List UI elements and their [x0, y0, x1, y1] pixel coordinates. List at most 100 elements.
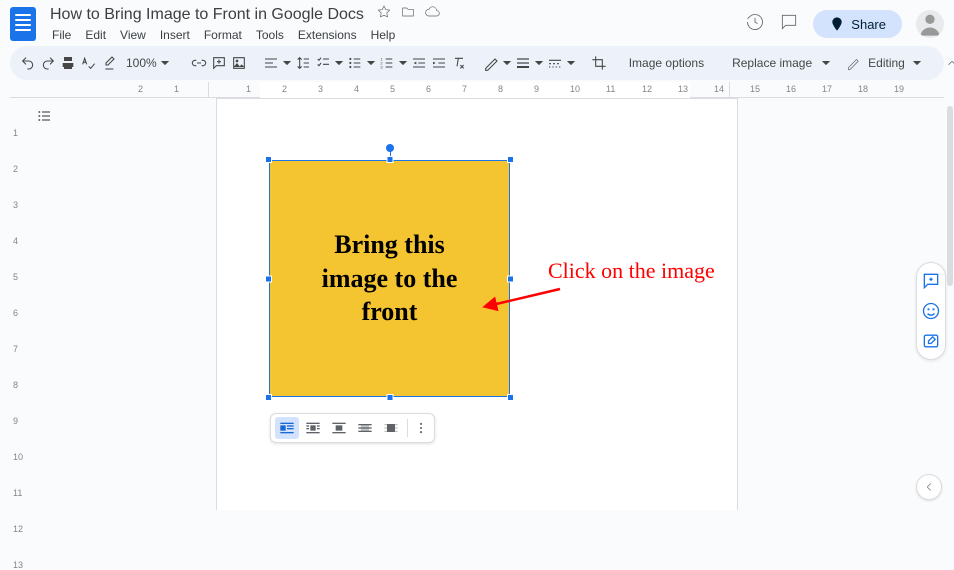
print-button[interactable]: [60, 51, 76, 75]
dropdown-icon[interactable]: [367, 54, 375, 72]
spellcheck-button[interactable]: [80, 51, 96, 75]
replace-image-button[interactable]: Replace image: [726, 52, 818, 74]
clear-formatting-button[interactable]: [451, 51, 467, 75]
dropdown-icon[interactable]: [399, 54, 407, 72]
comments-icon[interactable]: [779, 12, 799, 37]
ruler-mark: 9: [534, 84, 539, 94]
add-emoji-side-button[interactable]: [921, 301, 941, 321]
menu-help[interactable]: Help: [365, 26, 402, 44]
mode-label: Editing: [868, 56, 905, 70]
layout-inline-button[interactable]: [275, 417, 299, 439]
ruler-mark: 13: [678, 84, 688, 94]
numbered-list-button[interactable]: 123: [379, 51, 395, 75]
ruler-mark: 3: [13, 200, 18, 210]
horizontal-ruler[interactable]: 2112345678910111213141516171819: [10, 82, 944, 98]
resize-handle-e[interactable]: [507, 275, 514, 282]
ruler-mark: 7: [462, 84, 467, 94]
menu-insert[interactable]: Insert: [154, 26, 196, 44]
scrollbar-thumb[interactable]: [947, 106, 953, 286]
rotate-handle[interactable]: [386, 144, 394, 152]
history-icon[interactable]: [745, 12, 765, 37]
docs-logo-icon[interactable]: [10, 7, 36, 41]
resize-handle-ne[interactable]: [507, 156, 514, 163]
border-weight-button[interactable]: [515, 51, 531, 75]
undo-button[interactable]: [20, 51, 36, 75]
dropdown-icon[interactable]: [335, 54, 343, 72]
menu-edit[interactable]: Edit: [79, 26, 112, 44]
ruler-mark: 8: [498, 84, 503, 94]
explore-button[interactable]: [916, 474, 942, 500]
ruler-mark: 9: [13, 416, 18, 426]
document-title[interactable]: How to Bring Image to Front in Google Do…: [46, 5, 368, 25]
layout-more-button[interactable]: [412, 417, 430, 439]
decrease-indent-button[interactable]: [411, 51, 427, 75]
image-options-button[interactable]: Image options: [623, 52, 710, 74]
separator: [407, 419, 408, 437]
ruler-mark: 16: [786, 84, 796, 94]
layout-break-button[interactable]: [327, 417, 351, 439]
svg-text:3: 3: [380, 64, 383, 69]
insert-link-button[interactable]: [191, 51, 207, 75]
selected-image[interactable]: Bring this image to the front: [269, 160, 510, 397]
vertical-ruler[interactable]: 12345678910111213: [10, 98, 28, 510]
ruler-mark: 1: [246, 84, 251, 94]
zoom-selector[interactable]: 100%: [120, 54, 175, 72]
checklist-button[interactable]: [315, 51, 331, 75]
increase-indent-button[interactable]: [431, 51, 447, 75]
mode-selector[interactable]: Editing: [838, 52, 929, 74]
menu-extensions[interactable]: Extensions: [292, 26, 363, 44]
menu-format[interactable]: Format: [198, 26, 248, 44]
line-spacing-button[interactable]: [295, 51, 311, 75]
cloud-saved-icon[interactable]: [424, 4, 440, 25]
collapse-toolbar-button[interactable]: [945, 52, 954, 74]
ruler-mark: 11: [13, 488, 22, 498]
crop-button[interactable]: [591, 51, 607, 75]
layout-behind-button[interactable]: [353, 417, 377, 439]
border-color-button[interactable]: [483, 51, 499, 75]
canvas[interactable]: Bring this image to the front Click on t…: [28, 98, 954, 510]
align-button[interactable]: [263, 51, 279, 75]
redo-button[interactable]: [40, 51, 56, 75]
resize-handle-sw[interactable]: [265, 394, 272, 401]
ruler-mark: 4: [354, 84, 359, 94]
ruler-mark: 15: [750, 84, 760, 94]
bulleted-list-button[interactable]: [347, 51, 363, 75]
vertical-scrollbar[interactable]: [946, 98, 953, 510]
dropdown-icon[interactable]: [503, 54, 511, 72]
resize-handle-w[interactable]: [265, 275, 272, 282]
insert-image-button[interactable]: [231, 51, 247, 75]
layout-wrap-button[interactable]: [301, 417, 325, 439]
menu-view[interactable]: View: [114, 26, 152, 44]
ruler-mark: 2: [138, 84, 143, 94]
menu-tools[interactable]: Tools: [250, 26, 290, 44]
star-icon[interactable]: [376, 4, 392, 25]
add-comment-side-button[interactable]: [921, 271, 941, 291]
suggest-edits-side-button[interactable]: [921, 331, 941, 351]
menu-bar: File Edit View Insert Format Tools Exten…: [46, 26, 440, 44]
dropdown-icon[interactable]: [283, 54, 291, 72]
dropdown-icon[interactable]: [535, 54, 543, 72]
menu-file[interactable]: File: [46, 26, 77, 44]
zoom-label: 100%: [126, 56, 157, 70]
ruler-mark: 19: [894, 84, 904, 94]
ruler-mark: 10: [13, 452, 23, 462]
paint-format-button[interactable]: [100, 51, 116, 75]
dropdown-icon[interactable]: [567, 54, 575, 72]
image-layout-toolbar: [270, 413, 435, 443]
border-dash-button[interactable]: [547, 51, 563, 75]
layout-front-button[interactable]: [379, 417, 403, 439]
ruler-mark: 10: [570, 84, 580, 94]
ruler-mark: 1: [13, 128, 18, 138]
share-button[interactable]: Share: [813, 10, 902, 38]
move-icon[interactable]: [400, 4, 416, 25]
ruler-mark: 14: [714, 84, 724, 94]
resize-handle-n[interactable]: [386, 156, 393, 163]
ruler-mark: 2: [13, 164, 18, 174]
ruler-mark: 13: [13, 560, 23, 570]
account-avatar[interactable]: [916, 10, 944, 38]
add-comment-button[interactable]: [211, 51, 227, 75]
resize-handle-nw[interactable]: [265, 156, 272, 163]
resize-handle-s[interactable]: [386, 394, 393, 401]
dropdown-icon[interactable]: [822, 54, 830, 72]
resize-handle-se[interactable]: [507, 394, 514, 401]
